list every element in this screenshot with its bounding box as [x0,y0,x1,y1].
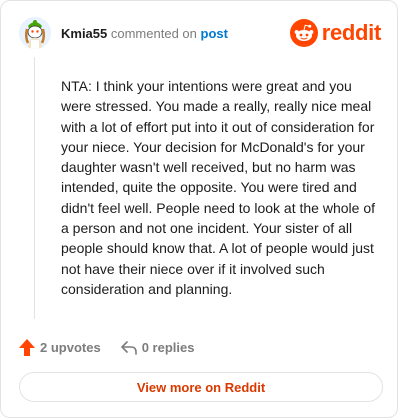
view-more-button[interactable]: View more on Reddit [19,372,383,402]
post-link[interactable]: post [201,26,228,41]
commented-on-text: commented on [110,26,197,41]
upvotes-count: 2 upvotes [40,340,101,355]
reddit-wordmark: reddit [321,20,382,45]
comment-header: Kmia55 commented on post [61,26,228,42]
thread-line [34,57,35,319]
replies-button[interactable]: 0 replies [120,340,195,355]
comment-actions: 2 upvotes 0 replies [19,339,194,356]
avatar[interactable] [19,17,51,49]
snoo-avatar-icon [19,17,51,49]
comment-body: NTA: I think your intentions were great … [61,78,375,297]
username[interactable]: Kmia55 [61,26,107,41]
view-more-label: View more on Reddit [136,379,266,395]
upvote-button[interactable]: 2 upvotes [19,339,101,356]
replies-count: 0 replies [141,340,195,355]
reddit-logo-icon [289,19,318,47]
reddit-comment-card: Kmia55 commented on post reddit NTA: I t… [0,0,398,418]
upvote-arrow-icon [19,339,35,356]
reddit-brand[interactable]: reddit [289,19,382,47]
reply-arrow-icon [120,340,137,355]
